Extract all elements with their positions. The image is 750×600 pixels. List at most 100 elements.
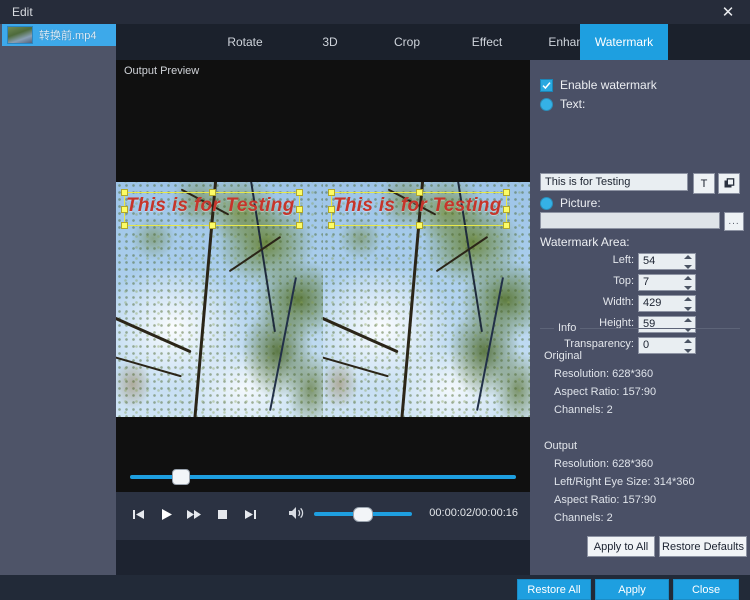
resize-handle[interactable] (503, 189, 510, 196)
original-channels: Channels: 2 (554, 404, 613, 416)
resize-handle[interactable] (121, 222, 128, 229)
resize-handle[interactable] (416, 222, 423, 229)
transparency-field-stepper[interactable] (684, 339, 693, 353)
radio-icon (540, 97, 553, 111)
volume-handle[interactable] (353, 507, 373, 522)
close-button[interactable]: Close (673, 579, 739, 600)
resize-handle[interactable] (328, 222, 335, 229)
left-field[interactable]: 54 (638, 253, 696, 270)
resize-handle[interactable] (209, 222, 216, 229)
output-preview-pane: Output Preview This is for Testing This … (116, 60, 530, 540)
tab-3d[interactable]: 3D (293, 24, 367, 60)
width-field-stepper[interactable] (684, 297, 693, 311)
seek-bar[interactable] (116, 465, 530, 489)
preview-label: Output Preview (124, 65, 200, 77)
width-field-value: 429 (643, 297, 662, 309)
left-field-stepper[interactable] (684, 255, 693, 269)
watermark-selection-left[interactable]: This is for Testing (121, 189, 303, 229)
watermark-text-input[interactable]: This is for Testing (540, 173, 688, 191)
top-field-value: 7 (643, 276, 650, 288)
resize-handle[interactable] (296, 206, 303, 213)
left-eye-view: This is for Testing (116, 182, 323, 417)
resize-handle[interactable] (296, 189, 303, 196)
tab-rotate[interactable]: Rotate (202, 24, 288, 60)
output-channels: Channels: 2 (554, 512, 613, 524)
radio-icon (540, 196, 553, 210)
sidebar-item-video[interactable]: 转换前.mp4 (2, 24, 116, 46)
browse-picture-button[interactable]: ... (724, 212, 744, 231)
watermark-selection-right[interactable]: This is for Testing (328, 189, 510, 229)
video-thumbnail (7, 26, 33, 44)
checkbox-icon (540, 78, 553, 92)
skip-next-icon[interactable] (240, 504, 260, 524)
left-field-row: Left: 54 (530, 253, 750, 271)
original-heading: Original (544, 350, 582, 362)
right-eye-view: This is for Testing (323, 182, 530, 417)
close-icon[interactable]: ✕ (714, 2, 742, 22)
resize-handle[interactable] (503, 206, 510, 213)
resize-handle[interactable] (503, 222, 510, 229)
seek-handle[interactable] (172, 469, 190, 485)
volume-icon[interactable] (288, 505, 306, 523)
original-resolution: Resolution: 628*360 (554, 368, 654, 380)
watermark-settings-panel: Enable watermark Text: This is for Testi… (530, 60, 750, 575)
watermark-bounding-box (331, 192, 507, 226)
tab-effect[interactable]: Effect (447, 24, 527, 60)
tab-crop[interactable]: Crop (367, 24, 447, 60)
resize-handle[interactable] (296, 222, 303, 229)
width-field[interactable]: 429 (638, 295, 696, 312)
apply-button[interactable]: Apply (595, 579, 669, 600)
video-canvas[interactable]: This is for Testing This is for Testing (116, 182, 530, 417)
top-field-stepper[interactable] (684, 276, 693, 290)
tab-watermark[interactable]: Watermark (580, 24, 668, 60)
text-radio[interactable]: Text: (540, 97, 585, 111)
output-aspect-ratio: Aspect Ratio: 157:90 (554, 494, 657, 506)
restore-defaults-button[interactable]: Restore Defaults (659, 536, 747, 557)
font-button[interactable]: T (693, 173, 715, 194)
left-field-label: Left: (612, 254, 634, 266)
text-radio-label: Text: (560, 97, 586, 111)
width-field-row: Width: 429 (530, 295, 750, 313)
title-bar: Edit ✕ (0, 0, 750, 24)
watermark-area-title: Watermark Area: (540, 235, 630, 249)
window-title: Edit (12, 5, 33, 19)
output-eye-size: Left/Right Eye Size: 314*360 (554, 476, 695, 488)
fast-forward-icon[interactable] (184, 504, 204, 524)
top-field-label: Top: (613, 275, 634, 287)
watermark-bounding-box (124, 192, 300, 226)
restore-all-button[interactable]: Restore All (517, 579, 591, 600)
enable-watermark-label: Enable watermark (560, 78, 657, 92)
transparency-field-value: 0 (643, 339, 650, 351)
info-title: Info (554, 322, 581, 334)
output-resolution: Resolution: 628*360 (554, 458, 654, 470)
resize-handle[interactable] (121, 189, 128, 196)
picture-radio-label: Picture: (560, 196, 601, 210)
top-field[interactable]: 7 (638, 274, 696, 291)
resize-handle[interactable] (328, 206, 335, 213)
timecode-display: 00:00:02/00:00:16 (429, 507, 518, 519)
resize-handle[interactable] (328, 189, 335, 196)
sidebar-item-label: 转换前.mp4 (39, 30, 97, 42)
stop-icon[interactable] (212, 504, 232, 524)
player-controls: 00:00:02/00:00:16 (116, 492, 530, 540)
original-aspect-ratio: Aspect Ratio: 157:90 (554, 386, 657, 398)
skip-previous-icon[interactable] (128, 504, 148, 524)
apply-to-all-button[interactable]: Apply to All (587, 536, 655, 557)
play-icon[interactable] (156, 504, 176, 524)
width-field-label: Width: (602, 296, 634, 308)
resize-handle[interactable] (209, 189, 216, 196)
watermark-picture-input[interactable] (540, 212, 720, 229)
enable-watermark-checkbox[interactable]: Enable watermark (540, 78, 657, 92)
resize-handle[interactable] (416, 189, 423, 196)
color-swatch-icon[interactable] (718, 173, 740, 194)
file-list-sidebar: 转换前.mp4 (0, 24, 116, 575)
tab-bar: Rotate 3D Crop Effect Enhance Watermark (116, 24, 750, 60)
left-field-value: 54 (643, 255, 656, 267)
resize-handle[interactable] (121, 206, 128, 213)
height-field-stepper[interactable] (684, 318, 693, 332)
edit-window: Edit ✕ 转换前.mp4 Rotate 3D Crop Effect Enh… (0, 0, 750, 600)
height-field[interactable]: 59 (638, 316, 696, 333)
transparency-field[interactable]: 0 (638, 337, 696, 354)
picture-radio[interactable]: Picture: (540, 196, 601, 210)
top-field-row: Top: 7 (530, 274, 750, 292)
